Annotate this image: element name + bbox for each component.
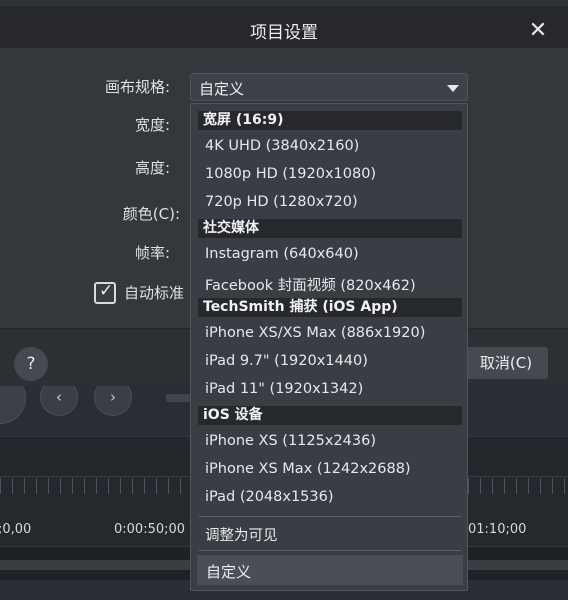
- option-fit-to-view[interactable]: 调整为可见: [205, 524, 278, 545]
- group-header-social: 社交媒体: [198, 219, 462, 238]
- option-ipad-9-7[interactable]: iPad 9.7" (1920x1440): [205, 353, 368, 369]
- chevron-right-icon: ›: [110, 388, 116, 406]
- checkmark-icon: ✓: [99, 281, 114, 301]
- option-custom-label: 自定义: [206, 563, 252, 581]
- option-ipad[interactable]: iPad (2048x1536): [205, 489, 334, 505]
- time-label: 01:10;00: [468, 522, 527, 537]
- chevron-left-icon: ‹: [56, 388, 62, 406]
- dialog-header: 项目设置 ✕: [0, 6, 568, 48]
- help-button[interactable]: ?: [14, 347, 48, 381]
- option-1080p-hd[interactable]: 1080p HD (1920x1080): [205, 166, 376, 182]
- option-instagram[interactable]: Instagram (640x640): [205, 246, 359, 262]
- group-header-techsmith-capture: TechSmith 捕获 (iOS App): [198, 298, 462, 317]
- close-button[interactable]: ✕: [526, 20, 550, 44]
- option-custom[interactable]: 自定义: [197, 555, 463, 585]
- auto-normalize-label: 自动标准: [124, 284, 185, 302]
- option-iphone-xs[interactable]: iPhone XS (1125x2436): [205, 433, 376, 449]
- auto-normalize-checkbox[interactable]: ✓: [94, 281, 116, 304]
- close-icon: ✕: [528, 18, 548, 43]
- canvas-size-select[interactable]: 自定义: [190, 73, 468, 101]
- canvas-size-dropdown: 宽屏 (16:9) 4K UHD (3840x2160) 1080p HD (1…: [190, 103, 468, 591]
- time-label: 0:00:50;00: [114, 522, 186, 537]
- option-720p-hd[interactable]: 720p HD (1280x720): [205, 194, 358, 210]
- width-label: 宽度:: [134, 116, 170, 134]
- option-4k-uhd[interactable]: 4K UHD (3840x2160): [205, 138, 359, 154]
- dialog-title: 项目设置: [250, 23, 318, 43]
- caret-down-icon: [447, 85, 459, 92]
- canvas-size-label: 画布规格:: [104, 78, 170, 96]
- option-iphone-xs-max-capture[interactable]: iPhone XS/XS Max (886x1920): [205, 325, 425, 341]
- group-header-widescreen: 宽屏 (16:9): [198, 111, 462, 130]
- dropdown-separator: [199, 516, 461, 517]
- option-facebook-cover[interactable]: Facebook 封面视频 (820x462): [205, 274, 416, 295]
- color-label: 颜色(C):: [122, 205, 180, 223]
- group-header-ios-devices: iOS 设备: [198, 406, 462, 425]
- dropdown-separator: [199, 550, 461, 551]
- cancel-button[interactable]: 取消(C): [464, 347, 548, 379]
- option-ipad-11[interactable]: iPad 11" (1920x1342): [205, 381, 363, 397]
- option-iphone-xs-max[interactable]: iPhone XS Max (1242x2688): [205, 461, 411, 477]
- time-label: ;0,00: [0, 522, 32, 537]
- frame-rate-label: 帧率:: [134, 244, 170, 262]
- canvas-size-value: 自定义: [199, 80, 245, 98]
- height-label: 高度:: [134, 159, 170, 177]
